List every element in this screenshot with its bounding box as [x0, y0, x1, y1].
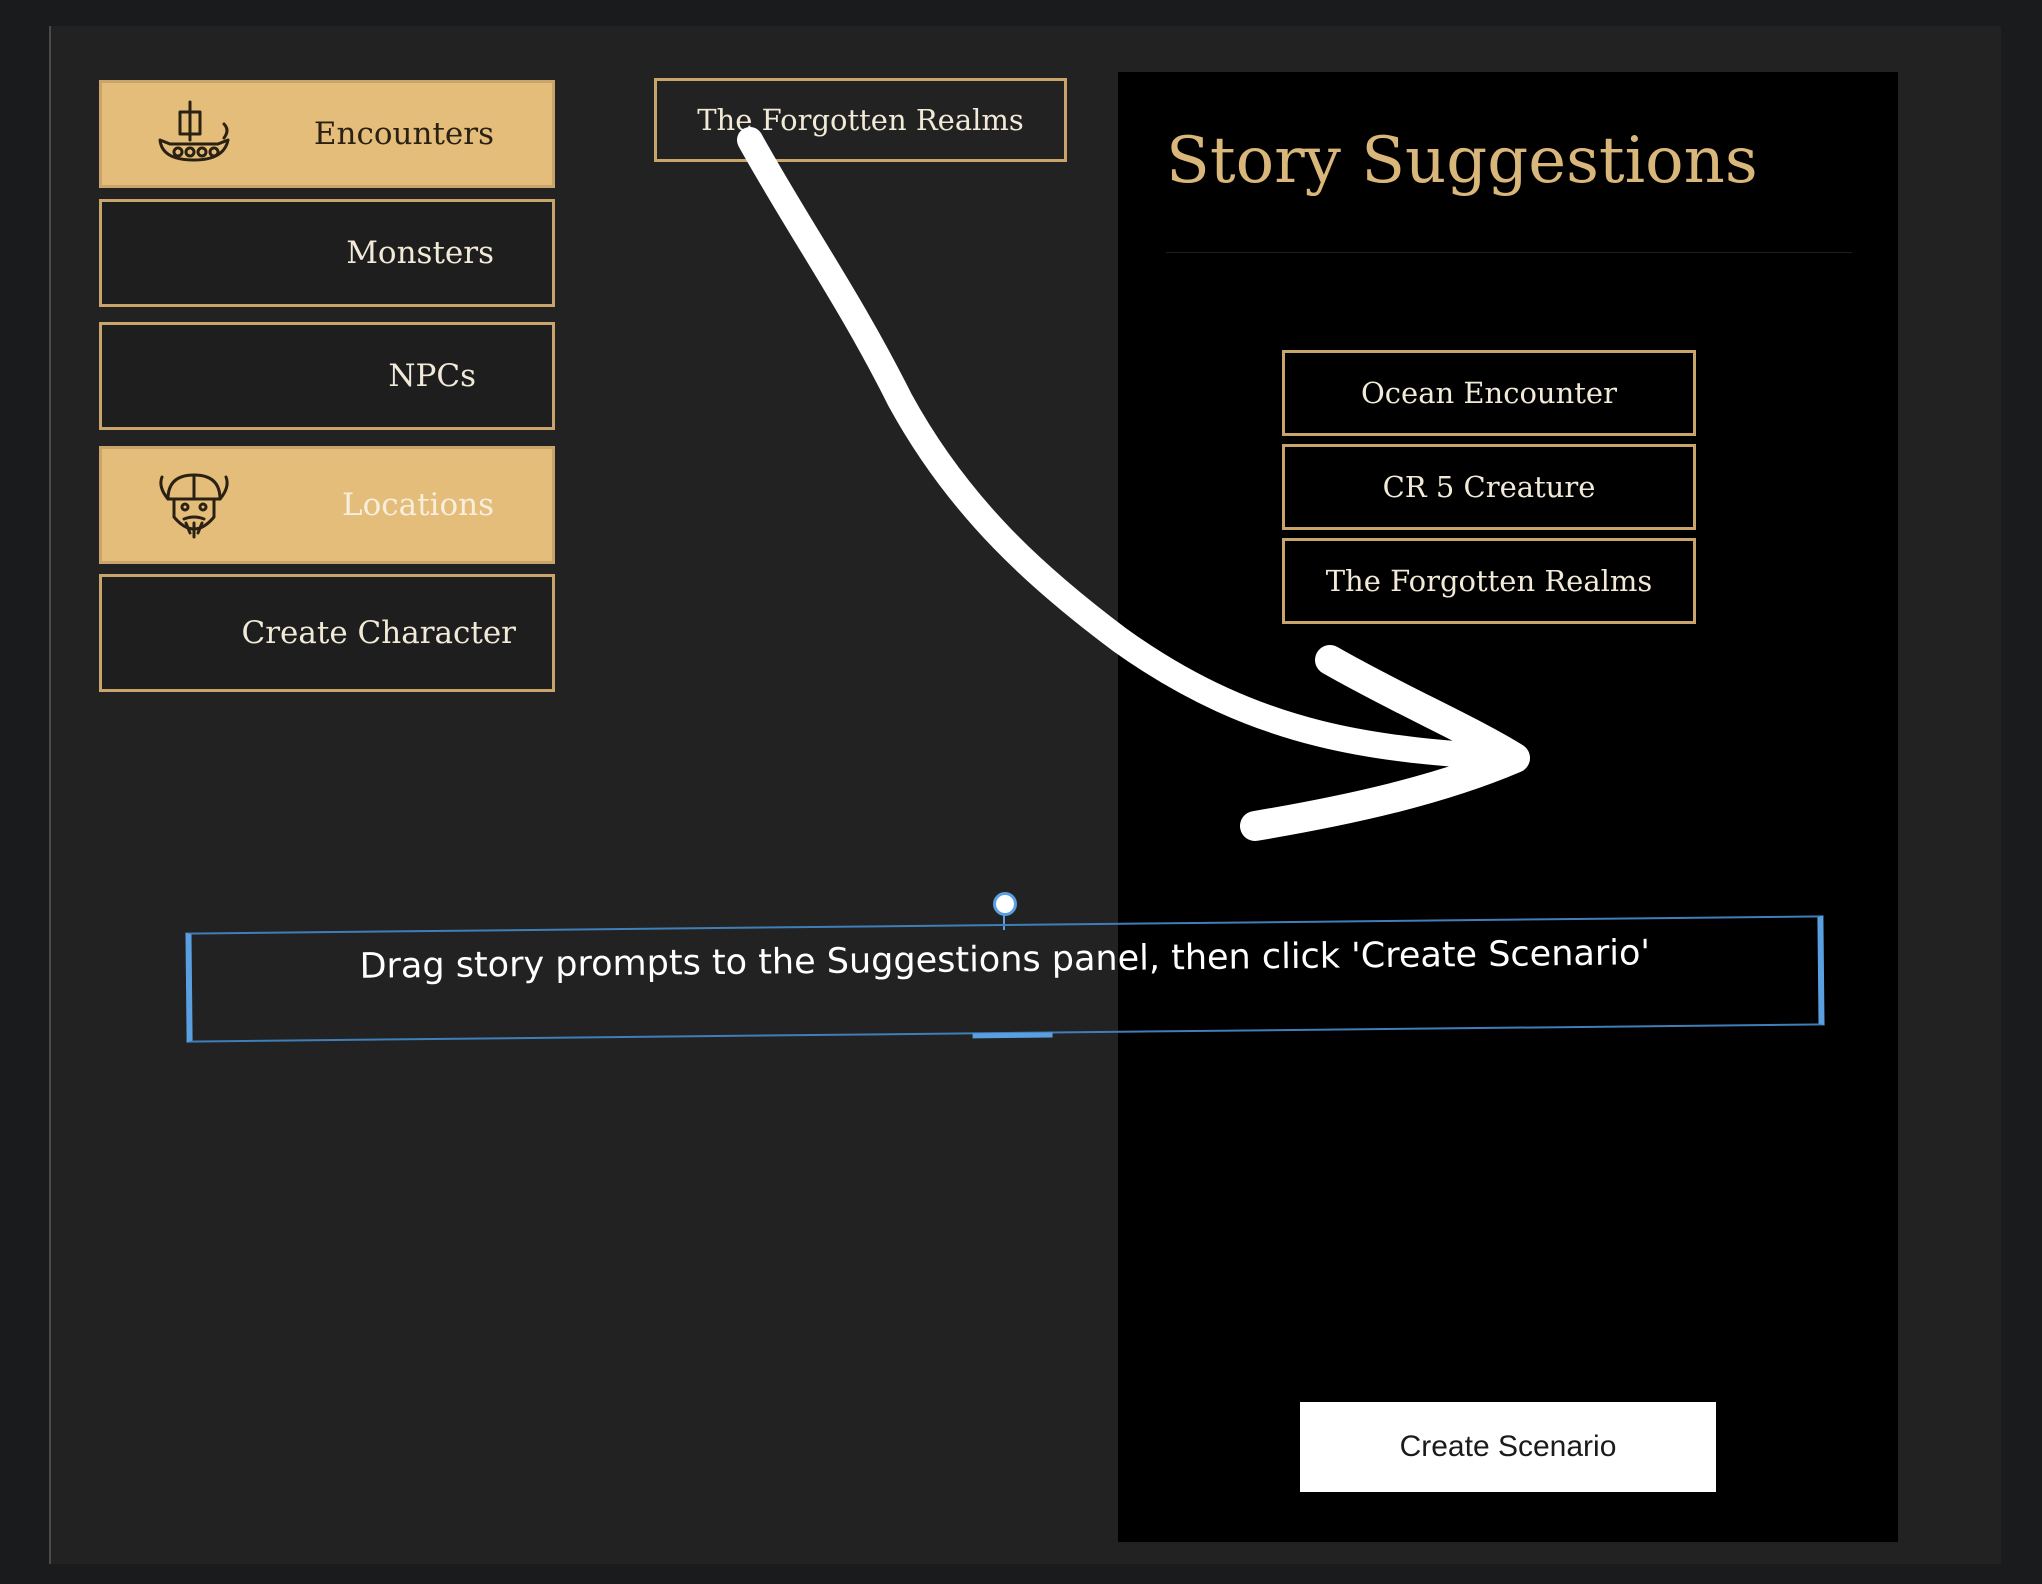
- prompt-chip-label: The Forgotten Realms: [697, 103, 1024, 137]
- sidebar-item-label: Encounters: [313, 116, 494, 152]
- sidebar-item-label: Create Character: [241, 615, 516, 651]
- suggestion-chip[interactable]: CR 5 Creature: [1282, 444, 1696, 530]
- suggestion-chip-label: CR 5 Creature: [1382, 470, 1596, 504]
- viking-ship-icon: [158, 100, 230, 162]
- sidebar-item-locations[interactable]: Locations: [99, 446, 555, 564]
- suggestion-chip[interactable]: The Forgotten Realms: [1282, 538, 1696, 624]
- rotate-handle[interactable]: [993, 892, 1017, 916]
- annotation-text: Drag story prompts to the Suggestions pa…: [359, 933, 1651, 987]
- sidebar-item-create-character[interactable]: Create Character: [99, 574, 555, 692]
- annotation-textbox[interactable]: Drag story prompts to the Suggestions pa…: [185, 915, 1825, 1043]
- panel-title: Story Suggestions: [1166, 124, 1758, 198]
- suggestion-chip-label: The Forgotten Realms: [1325, 564, 1653, 598]
- sidebar-item-label: Monsters: [346, 235, 494, 271]
- prompt-chip-dragging[interactable]: The Forgotten Realms: [654, 78, 1067, 162]
- viking-head-icon: [159, 473, 229, 539]
- sidebar-item-npcs[interactable]: NPCs: [99, 322, 555, 430]
- suggestion-chip-label: Ocean Encounter: [1361, 376, 1617, 410]
- panel-divider: [1166, 252, 1852, 253]
- suggestion-chip[interactable]: Ocean Encounter: [1282, 350, 1696, 436]
- sidebar-item-label: Locations: [341, 487, 494, 523]
- sidebar-item-encounters[interactable]: Encounters: [99, 80, 555, 188]
- sidebar-item-label: NPCs: [388, 358, 476, 394]
- sidebar-item-monsters[interactable]: Monsters: [99, 199, 555, 307]
- suggestions-panel[interactable]: Story Suggestions: [1118, 72, 1898, 1542]
- create-scenario-button[interactable]: Create Scenario: [1300, 1402, 1716, 1492]
- resize-handle-bottom[interactable]: [972, 1032, 1053, 1039]
